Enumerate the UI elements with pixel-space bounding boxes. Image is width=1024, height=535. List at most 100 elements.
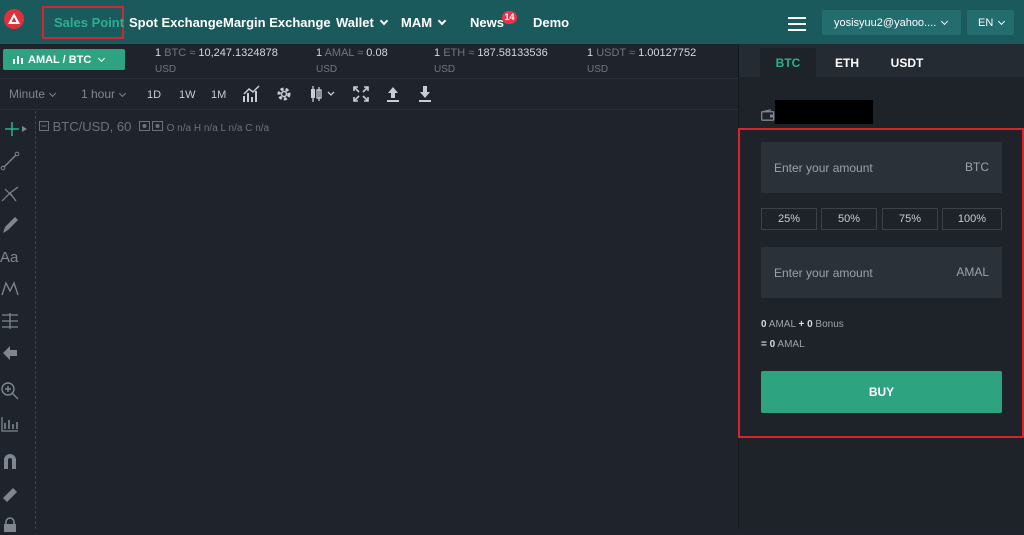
chevron-down-icon	[998, 17, 1006, 26]
range-1m-button[interactable]: 1M	[211, 89, 226, 101]
chevron-down-icon	[437, 16, 447, 26]
brush-icon[interactable]	[0, 215, 20, 235]
rate-base: 1	[155, 47, 162, 59]
lock-icon[interactable]	[0, 515, 20, 535]
ohlc-values: O n/a H n/a L n/a C n/a	[166, 123, 270, 134]
nav-mam[interactable]: MAM	[401, 15, 447, 30]
nav-margin-exchange[interactable]: Margin Exchange	[223, 15, 331, 30]
fullscreen-icon[interactable]	[352, 85, 370, 103]
rate-value: 0.08	[366, 47, 388, 59]
ruler-icon[interactable]	[0, 483, 20, 503]
candle-style-icon[interactable]	[309, 85, 337, 103]
rate-quote: USD	[587, 64, 609, 75]
upload-icon[interactable]	[384, 85, 402, 103]
amal-currency: AMAL	[768, 319, 796, 330]
interval-dropdown[interactable]: 1 hour	[81, 87, 127, 101]
bonus-amount: 0	[807, 319, 813, 330]
nav-wallet-label: Wallet	[336, 15, 374, 30]
magnet-icon[interactable]	[0, 451, 20, 471]
amount-summary: 0 AMAL + 0 Bonus	[761, 319, 844, 330]
rate-value: 10,247.1324878	[198, 47, 278, 59]
bonus-label: Bonus	[815, 319, 844, 330]
approx-sign: ≈	[629, 47, 636, 59]
crosshair-icon[interactable]	[2, 119, 22, 139]
text-tool-icon[interactable]: Aa	[0, 249, 18, 266]
chevron-down-icon	[118, 89, 127, 98]
total-amount: 0	[769, 339, 776, 350]
tab-eth[interactable]: ETH	[819, 48, 875, 77]
redacted-balance	[775, 100, 873, 124]
rate-quote: USD	[434, 64, 456, 75]
amal-amount-input[interactable]: Enter your amount AMAL	[761, 247, 1002, 298]
indicators-icon[interactable]	[243, 85, 261, 103]
rate-quote: USD	[155, 64, 177, 75]
chevron-down-icon	[379, 16, 389, 26]
rate-currency: BTC	[164, 47, 187, 59]
chart-area[interactable]: BTC/USD, 60 O n/a H n/a L n/a C n/a	[37, 111, 738, 529]
rate-base: 1	[434, 47, 441, 59]
chart-legend: BTC/USD, 60 O n/a H n/a L n/a C n/a	[39, 119, 269, 134]
trend-line-icon[interactable]	[0, 151, 20, 171]
interval-unit-dropdown[interactable]: Minute	[9, 87, 57, 101]
menu-icon[interactable]	[788, 17, 806, 35]
btc-amount-input[interactable]: Enter your amount BTC	[761, 142, 1002, 193]
pitchfork-icon[interactable]	[0, 183, 20, 203]
buy-button[interactable]: BUY	[761, 371, 1002, 413]
range-1w-button[interactable]: 1W	[179, 89, 196, 101]
back-arrow-icon[interactable]	[0, 343, 20, 363]
bar-chart-icon	[13, 56, 23, 64]
drawing-tools-sidebar: Aa	[0, 111, 36, 532]
rate-btc: 1 BTC ≈ 10,247.1324878	[155, 47, 278, 59]
percent-50-button[interactable]: 50%	[821, 208, 877, 230]
interval-label: 1 hour	[81, 87, 116, 101]
nav-demo[interactable]: Demo	[533, 15, 569, 30]
user-email: yosisyuu2@yahoo....	[834, 17, 937, 29]
chart-toolbar: Minute 1 hour 1D 1W 1M	[0, 78, 738, 110]
receive-currency-label: AMAL	[956, 265, 989, 279]
rate-ticker: AMAL / BTC 1 BTC ≈ 10,247.1324878 USD 1 …	[0, 44, 738, 78]
rate-base: 1	[316, 47, 323, 59]
user-account-dropdown[interactable]: yosisyuu2@yahoo....	[822, 10, 961, 35]
rate-amal: 1 AMAL ≈ 0.08	[316, 47, 388, 59]
rate-currency: AMAL	[324, 47, 355, 59]
range-1d-button[interactable]: 1D	[147, 89, 161, 101]
top-navigation: Sales Point Spot Exchange Margin Exchang…	[0, 0, 1024, 44]
rate-value: 187.58133536	[477, 47, 548, 59]
rate-value: 1.00127752	[638, 47, 697, 59]
equals-sign: =	[761, 339, 767, 350]
percent-25-button[interactable]: 25%	[761, 208, 817, 230]
total-summary: = 0 AMAL	[761, 339, 805, 350]
collapse-icon[interactable]	[39, 121, 49, 131]
settings-gear-icon[interactable]	[275, 85, 293, 103]
percent-75-button[interactable]: 75%	[882, 208, 938, 230]
measure-icon[interactable]	[0, 413, 20, 433]
amount-placeholder: Enter your amount	[774, 161, 873, 175]
percent-100-button[interactable]: 100%	[942, 208, 1002, 230]
pair-selector-button[interactable]: AMAL / BTC	[3, 49, 125, 70]
rate-currency: ETH	[443, 47, 466, 59]
zoom-in-icon[interactable]	[0, 381, 20, 401]
amal-amount: 0	[761, 319, 767, 330]
approx-sign: ≈	[357, 47, 364, 59]
visibility-icon[interactable]	[139, 121, 163, 131]
approx-sign: ≈	[468, 47, 475, 59]
logo-icon[interactable]	[4, 9, 24, 29]
download-icon[interactable]	[416, 85, 434, 103]
tab-usdt[interactable]: USDT	[879, 48, 935, 77]
nav-sales-point[interactable]: Sales Point	[54, 15, 124, 30]
nav-spot-exchange[interactable]: Spot Exchange	[129, 15, 223, 30]
pattern-icon[interactable]	[0, 279, 20, 299]
rate-base: 1	[587, 47, 594, 59]
nav-wallet[interactable]: Wallet	[336, 15, 389, 30]
chevron-down-icon	[941, 17, 949, 26]
buy-panel: BTC ETH USDT Enter your amount BTC 25% 5…	[738, 44, 1024, 529]
chart-symbol: BTC/USD, 60	[52, 119, 132, 134]
expand-arrow-icon[interactable]	[22, 126, 27, 132]
plus-sign: +	[798, 319, 805, 330]
fib-retracement-icon[interactable]	[0, 311, 20, 331]
tab-btc[interactable]: BTC	[760, 48, 816, 77]
currency-tabs: BTC ETH USDT	[739, 44, 1024, 77]
wallet-icon	[761, 109, 775, 121]
language-dropdown[interactable]: EN	[967, 10, 1014, 35]
nav-news[interactable]: News	[470, 15, 504, 30]
